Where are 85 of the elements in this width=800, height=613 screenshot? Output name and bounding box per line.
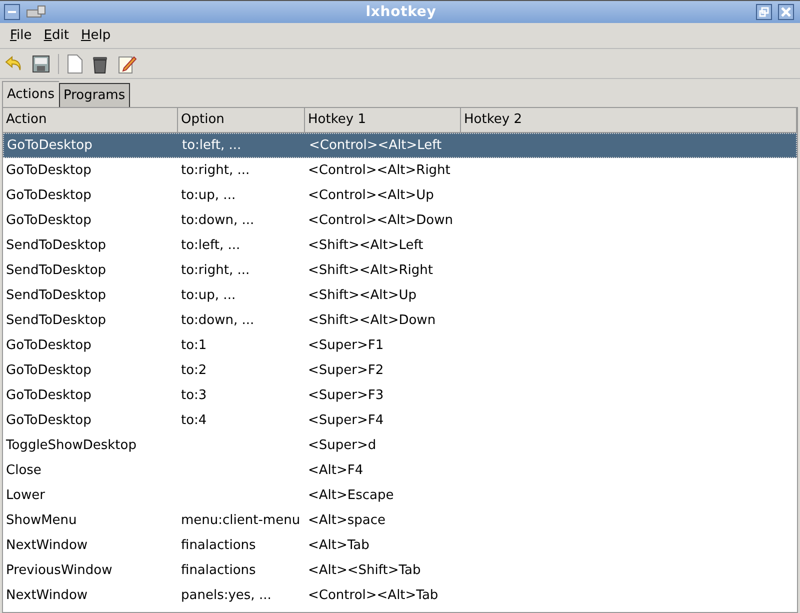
table-row[interactable]: SendToDesktop to:right, ... <Shift><Alt>Right <box>3 258 797 283</box>
table-cell: <Control><Alt>Down <box>308 212 453 228</box>
table-cell: <Alt>Tab <box>308 538 370 553</box>
table-cell: NextWindow <box>6 588 88 603</box>
table-cell: to:1 <box>181 338 207 353</box>
table-cell: to:down, ... <box>181 212 254 228</box>
table-cell: to:right, ... <box>181 262 250 278</box>
table-cell: GoToDesktop <box>6 338 92 353</box>
table-cell: Lower <box>6 488 45 503</box>
table-row[interactable]: Lower <Alt>Escape <box>3 483 797 508</box>
table-row[interactable]: GoToDesktop to:up, ... <Control><Alt>Up <box>3 183 797 208</box>
table-cell: <Alt>F4 <box>308 462 364 478</box>
menu-item[interactable]: Help <box>74 24 117 48</box>
table-cell: <Super>F2 <box>308 362 384 378</box>
table-row[interactable]: PreviousWindow finalactions <Alt><Shift>Tab <box>3 558 797 583</box>
table-cell: GoToDesktop <box>6 388 92 403</box>
table-row[interactable]: SendToDesktop to:up, ... <Shift><Alt>Up <box>3 283 797 308</box>
table-cell: to:3 <box>181 388 207 403</box>
table-cell: <Control><Alt>Right <box>308 162 450 178</box>
table-cell: to:up, ... <box>181 188 236 203</box>
table-cell: GoToDesktop <box>6 412 92 428</box>
table-cell: <Alt>Escape <box>308 488 394 503</box>
table-cell: menu:client-menu <box>181 512 300 528</box>
table-row[interactable]: GoToDesktop to:down, ... <Control><Alt>Down <box>3 208 797 233</box>
restore-button[interactable] <box>756 4 772 20</box>
table-row[interactable]: NextWindow panels:yes, ... <Control><Alt>Tab <box>3 583 797 608</box>
table-cell: GoToDesktop <box>6 188 92 203</box>
table-row[interactable]: SendToDesktop to:left, ... <Shift><Alt>Left <box>3 233 797 258</box>
menu-item[interactable]: Edit <box>38 24 75 48</box>
table-cell: to:4 <box>181 412 207 428</box>
table-row[interactable]: GoToDesktop to:left, ... <Control><Alt>Left <box>3 133 797 158</box>
table-cell: to:up, ... <box>181 288 236 303</box>
table-row[interactable]: GoToDesktop to:3 <Super>F3 <box>3 383 797 408</box>
table-cell: SendToDesktop <box>6 238 106 253</box>
table-row[interactable]: GoToDesktop to:2 <Super>F2 <box>3 358 797 383</box>
tab[interactable]: Actions <box>2 81 58 107</box>
table-cell: <Super>F1 <box>308 338 384 353</box>
table-cell: <Super>F4 <box>308 412 384 428</box>
table-cell: SendToDesktop <box>6 312 106 328</box>
tab[interactable]: Programs <box>58 83 130 107</box>
table-cell: <Super>d <box>308 438 376 453</box>
table-cell: GoToDesktop <box>7 138 92 153</box>
table-cell: ToggleShowDesktop <box>6 438 136 453</box>
table-cell: SendToDesktop <box>6 262 106 278</box>
table-cell: NextWindow <box>6 538 88 553</box>
table-cell: GoToDesktop <box>6 362 92 378</box>
table-row[interactable]: GoToDesktop to:1 <Super>F1 <box>3 333 797 358</box>
save-icon[interactable] <box>32 54 50 72</box>
close-button[interactable] <box>778 4 794 20</box>
new-document-icon[interactable] <box>67 54 83 74</box>
table-cell: <Control><Alt>Left <box>309 138 442 153</box>
table-cell: <Shift><Alt>Left <box>308 238 424 253</box>
table-cell: <Alt><Shift>Tab <box>308 562 421 578</box>
table-row[interactable]: ShowMenu menu:client-menu <Alt>space <box>3 508 797 533</box>
table-cell: <Shift><Alt>Down <box>308 312 436 328</box>
table-cell: to:down, ... <box>181 312 254 328</box>
table-row[interactable]: GoToDesktop to:4 <Super>F4 <box>3 408 797 433</box>
table-cell: <Alt>space <box>308 512 386 528</box>
table-cell: to:right, ... <box>181 162 250 178</box>
table-cell: SendToDesktop <box>6 288 106 303</box>
table-row[interactable]: ToggleShowDesktop <Super>d <box>3 433 797 458</box>
menu-item[interactable]: File <box>4 24 38 48</box>
table-cell: <Shift><Alt>Up <box>308 288 416 303</box>
table-cell: <Super>F3 <box>308 388 384 403</box>
table-cell: <Shift><Alt>Right <box>308 262 433 278</box>
table-cell: panels:yes, ... <box>181 588 272 603</box>
table-cell: to:2 <box>181 362 207 378</box>
table-row[interactable]: GoToDesktop to:right, ... <Control><Alt>Right <box>3 158 797 183</box>
table-cell: finalactions <box>181 538 256 553</box>
table-cell: <Control><Alt>Tab <box>308 588 438 603</box>
table-cell: Close <box>6 462 42 478</box>
edit-icon[interactable] <box>117 54 137 74</box>
table-cell: <Control><Alt>Up <box>308 188 434 203</box>
table-cell: finalactions <box>181 562 256 578</box>
table-cell: to:left, ... <box>182 138 242 153</box>
table-row[interactable]: SendToDesktop to:down, ... <Shift><Alt>Down <box>3 308 797 333</box>
table-row[interactable]: Close <Alt>F4 <box>3 458 797 483</box>
table-cell: GoToDesktop <box>6 212 92 228</box>
table-row[interactable]: NextWindow finalactions <Alt>Tab <box>3 533 797 558</box>
window-menu-button[interactable] <box>4 4 20 20</box>
table-cell: GoToDesktop <box>6 162 92 178</box>
table-cell: to:left, ... <box>181 238 240 253</box>
table-cell: ShowMenu <box>6 512 77 528</box>
table-cell: PreviousWindow <box>6 562 112 578</box>
window-title: lxhotkey <box>364 2 438 22</box>
